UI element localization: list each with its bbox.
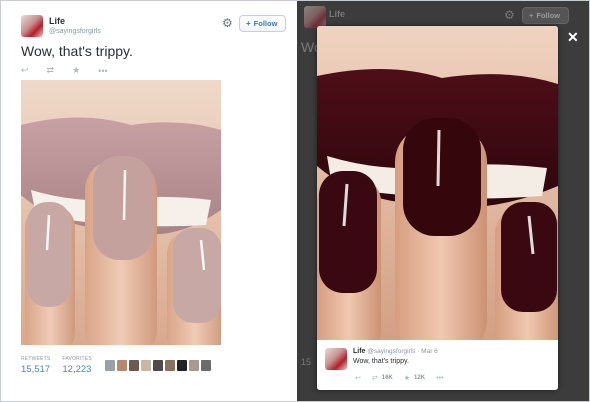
reply-icon[interactable]: ↩ [355, 374, 361, 382]
more-icon[interactable]: ••• [436, 375, 443, 382]
favorites-value: 12,223 [62, 364, 92, 375]
burgundy-nails-lips-image [317, 26, 558, 340]
retweets-label: RETWEETS [21, 356, 51, 362]
tweet-photo[interactable] [21, 80, 221, 345]
retweets-value: 15,517 [21, 364, 51, 375]
favoriter-avatar[interactable] [153, 360, 163, 371]
dimmed-stat-value: 15 [301, 357, 312, 367]
tweet-panel: Life @sayingsforgirls ⚙ + Follow Wow, th… [1, 1, 297, 401]
tweet-text: Wow, that's trippy. [21, 43, 133, 59]
author-handle[interactable]: @sayingsforgirls [49, 28, 101, 35]
more-icon[interactable]: ••• [98, 66, 107, 76]
gear-icon[interactable]: ⚙ [222, 17, 233, 29]
tweet-actions: ↩ ⇄ ★ ••• [21, 65, 108, 76]
add-user-icon: + [246, 19, 251, 28]
favoriter-avatar[interactable] [165, 360, 175, 371]
close-icon[interactable]: ✕ [567, 30, 579, 44]
favoriter-avatar[interactable] [189, 360, 199, 371]
favoriter-avatars [105, 360, 211, 371]
avatar[interactable] [21, 15, 43, 37]
add-user-icon: + [529, 11, 534, 20]
follow-label: Follow [536, 11, 561, 20]
modal-tweet-actions: ↩ ⇄ 16K ★ 12K ••• [355, 374, 443, 383]
avatar[interactable] [325, 348, 347, 370]
media-overlay: Life ⚙ + Follow Wo 15 ✕ Life @sayingsfor… [297, 1, 589, 401]
author-name[interactable]: Life [49, 16, 65, 26]
modal-tweet-text: Wow, that's trippy. [353, 358, 409, 365]
pink-nails-lips-image [21, 80, 221, 345]
retweet-count: 16K [381, 375, 393, 381]
favorites-label: FAVORITES [62, 356, 92, 362]
reply-icon[interactable]: ↩ [21, 65, 29, 76]
modal-author-line: Life @sayingsforgirls · Mar 6 [353, 348, 438, 355]
author-handle-date[interactable]: @sayingsforgirls · Mar 6 [367, 348, 438, 355]
follow-button: + Follow [522, 7, 569, 24]
author-name: Life [329, 9, 346, 19]
favorite-icon[interactable]: ★ [72, 65, 80, 76]
favoriter-avatar[interactable] [105, 360, 115, 371]
favorite-action[interactable]: ★ 12K [404, 374, 425, 382]
favorite-icon: ★ [403, 375, 411, 382]
favoriter-avatar[interactable] [141, 360, 151, 371]
modal-photo[interactable] [317, 26, 558, 340]
media-modal: Life @sayingsforgirls · Mar 6 Wow, that'… [317, 26, 558, 390]
tweet-stats: RETWEETS 15,517 FAVORITES 12,223 [21, 356, 92, 375]
gear-icon: ⚙ [504, 8, 515, 22]
avatar [304, 6, 326, 28]
favorite-count: 12K [414, 375, 426, 381]
author-name[interactable]: Life [353, 348, 365, 355]
favoriter-avatar[interactable] [117, 360, 127, 371]
favoriter-avatar[interactable] [201, 360, 211, 371]
modal-tweet-footer: Life @sayingsforgirls · Mar 6 Wow, that'… [317, 340, 558, 390]
follow-label: Follow [253, 19, 278, 28]
favoriter-avatar[interactable] [177, 360, 187, 371]
follow-button[interactable]: + Follow [239, 15, 286, 32]
favorites-stat[interactable]: FAVORITES 12,223 [62, 356, 92, 375]
retweet-icon: ⇄ [371, 375, 378, 382]
retweet-icon[interactable]: ⇄ [47, 65, 55, 76]
retweets-stat[interactable]: RETWEETS 15,517 [21, 356, 50, 375]
retweet-action[interactable]: ⇄ 16K [372, 374, 393, 382]
favoriter-avatar[interactable] [129, 360, 139, 371]
